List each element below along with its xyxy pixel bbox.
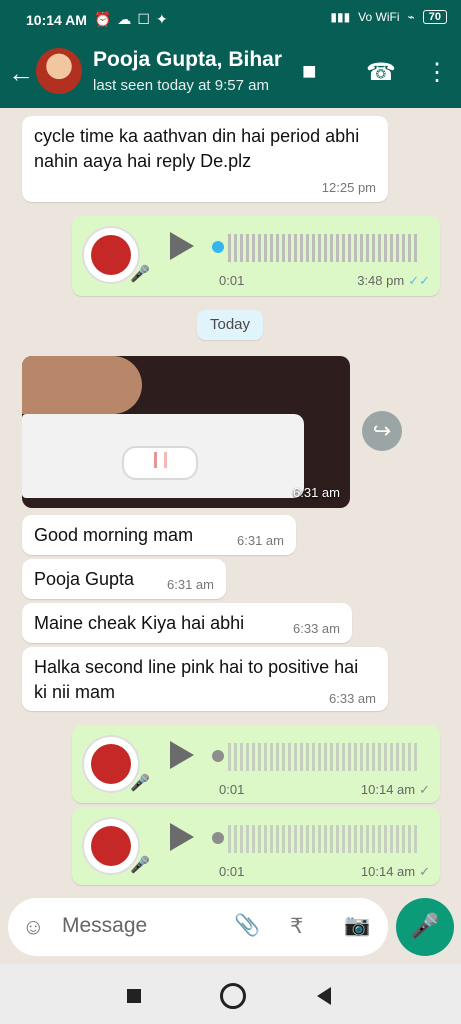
more-vert-icon[interactable]: ⋮ <box>425 58 449 87</box>
message-text: Maine cheak Kiya hai abhi <box>34 613 245 633</box>
voice-message[interactable]: 🎤 0:01 10:14 am ✓ <box>72 725 440 803</box>
message-time: 6:33 am <box>329 691 376 706</box>
voice-duration: 0:01 <box>219 864 245 879</box>
forward-icon[interactable]: ↪ <box>362 411 402 451</box>
voice-time: 10:14 am ✓ <box>360 864 430 879</box>
voice-time: 10:14 am ✓ <box>360 782 430 797</box>
wifi-icon: ⌁ <box>407 10 415 24</box>
sent-icon: ✓ <box>419 864 430 879</box>
play-button[interactable] <box>170 741 194 769</box>
back-button[interactable] <box>317 987 331 1005</box>
mic-button[interactable]: 🎤 <box>396 898 454 956</box>
voice-avatar: 🎤 <box>82 735 150 793</box>
message-text: Halka second line pink hai to positive h… <box>34 657 359 702</box>
status-icons: ⏰☁☐✦ <box>94 11 174 27</box>
message-time: 12:25 pm <box>321 180 376 195</box>
voice-duration: 0:01 <box>219 273 245 288</box>
pregnancy-test-photo <box>22 414 304 498</box>
attach-icon[interactable]: 📎 <box>234 914 260 938</box>
recent-apps-button[interactable] <box>127 989 141 1003</box>
sent-icon: ✓ <box>419 782 430 797</box>
mic-icon: 🎤 <box>130 266 150 283</box>
message-text: cycle time ka aathvan din hai period abh… <box>34 126 360 171</box>
chat-header: ← Pooja Gupta, Bihar last seen today at … <box>0 40 461 108</box>
home-button[interactable] <box>220 983 246 1009</box>
voice-duration: 0:01 <box>219 782 245 797</box>
incoming-message[interactable]: Good morning mam 6:31 am <box>22 515 296 555</box>
mic-icon: 🎤 <box>130 775 150 792</box>
contact-avatar[interactable] <box>36 48 82 94</box>
vowifi-text: Vo WiFi <box>358 10 400 24</box>
waveform <box>228 234 418 262</box>
contact-name[interactable]: Pooja Gupta, Bihar <box>93 48 282 72</box>
emoji-icon[interactable]: ☺ <box>22 914 44 940</box>
image-time: 6:31 am <box>293 485 340 500</box>
status-bar: 10:14 AM ⏰☁☐✦ ▮▮▮ Vo WiFi ⌁ 70 <box>0 0 461 40</box>
image-message[interactable]: 6:31 am <box>22 356 350 508</box>
voice-avatar: 🎤 <box>82 226 150 284</box>
progress-dot[interactable] <box>212 241 224 253</box>
status-right: ▮▮▮ Vo WiFi ⌁ 70 <box>330 10 447 24</box>
voice-call-icon[interactable]: ☎ <box>366 58 396 87</box>
chat-area: cycle time ka aathvan din hai period abh… <box>0 108 461 898</box>
incoming-message[interactable]: Halka second line pink hai to positive h… <box>22 647 388 711</box>
voice-message[interactable]: 🎤 0:01 10:14 am ✓ <box>72 807 440 885</box>
incoming-message[interactable]: Pooja Gupta 6:31 am <box>22 559 226 599</box>
progress-dot[interactable] <box>212 750 224 762</box>
date-chip: Today <box>197 310 263 340</box>
status-time: 10:14 AM <box>26 12 87 28</box>
voice-avatar: 🎤 <box>82 817 150 875</box>
play-button[interactable] <box>170 823 194 851</box>
message-time: 6:33 am <box>293 621 340 636</box>
navigation-bar <box>0 964 461 1024</box>
progress-dot[interactable] <box>212 832 224 844</box>
incoming-message[interactable]: cycle time ka aathvan din hai period abh… <box>22 116 388 202</box>
rupee-icon[interactable]: ₹ <box>290 914 303 939</box>
waveform <box>228 743 418 771</box>
message-time: 6:31 am <box>237 533 284 548</box>
message-time: 6:31 am <box>167 577 214 592</box>
battery-icon: 70 <box>422 10 447 24</box>
finger-photo <box>22 356 142 414</box>
voice-time: 3:48 pm ✓✓ <box>357 273 430 288</box>
message-text: Good morning mam <box>34 525 194 545</box>
last-seen: last seen today at 9:57 am <box>93 77 269 94</box>
message-composer[interactable]: ☺ Message 📎 ₹ 📷 <box>8 898 388 956</box>
message-text: Pooja Gupta <box>34 569 135 589</box>
voice-message[interactable]: 🎤 0:01 3:48 pm ✓✓ <box>72 216 440 296</box>
waveform <box>228 825 418 853</box>
video-call-icon[interactable]: ■ <box>302 58 317 86</box>
play-button[interactable] <box>170 232 194 260</box>
camera-icon[interactable]: 📷 <box>344 914 370 938</box>
signal-icon: ▮▮▮ <box>330 10 351 24</box>
mic-icon: 🎤 <box>130 857 150 874</box>
back-icon[interactable]: ← <box>8 58 34 89</box>
incoming-message[interactable]: Maine cheak Kiya hai abhi 6:33 am <box>22 603 352 643</box>
read-receipt-icon: ✓✓ <box>408 273 430 288</box>
message-input[interactable]: Message <box>62 914 147 938</box>
